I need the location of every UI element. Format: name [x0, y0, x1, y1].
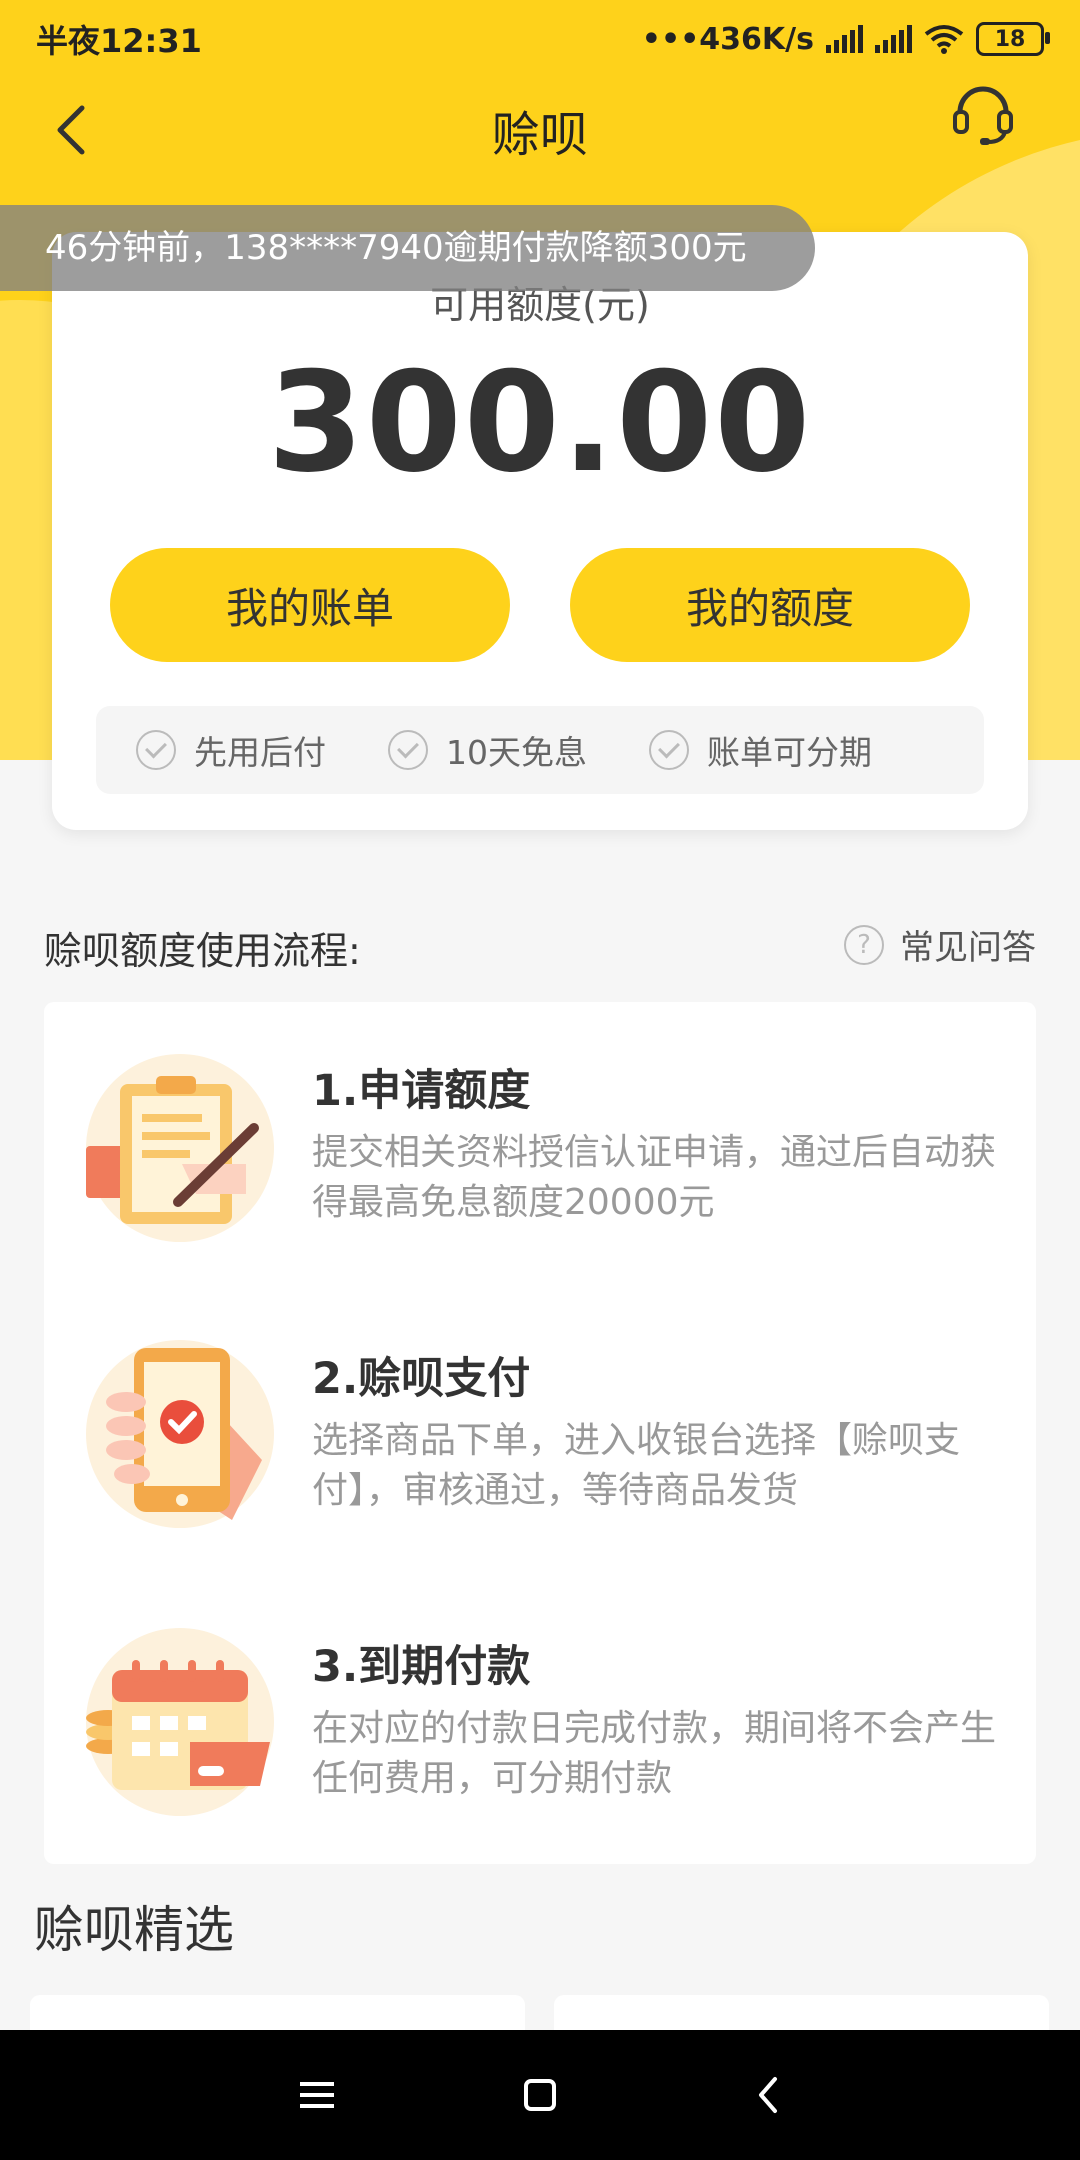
- battery-level: 18: [994, 26, 1026, 52]
- feature-item: 10天免息: [388, 726, 587, 774]
- back-icon[interactable]: [733, 2060, 803, 2130]
- available-credit-amount: 300.00: [267, 342, 813, 503]
- menu-icon[interactable]: [282, 2060, 352, 2130]
- phone-payment-icon: [86, 1340, 274, 1528]
- check-circle-icon: [649, 730, 689, 770]
- status-time: 半夜12:31: [36, 22, 202, 60]
- feature-label: 10天免息: [446, 733, 587, 772]
- my-bill-button[interactable]: 我的账单: [110, 548, 510, 662]
- check-circle-icon: [388, 730, 428, 770]
- my-limit-button[interactable]: 我的额度: [570, 548, 970, 662]
- wifi-icon: [924, 25, 964, 54]
- step-description: 选择商品下单，进入收银台选择【赊呗支付】，审核通过，等待商品发货: [312, 1420, 961, 1511]
- step-description: 提交相关资料授信认证申请，通过后自动获得最高免息额度20000元: [312, 1132, 997, 1223]
- process-steps-card: 1.申请额度 提交相关资料授信认证申请，通过后自动获得最高免息额度20000元 …: [44, 1002, 1036, 1864]
- page-title: 赊呗: [491, 107, 588, 163]
- feature-label: 先用后付: [194, 733, 326, 772]
- check-circle-icon: [136, 730, 176, 770]
- feature-label: 账单可分期: [707, 733, 872, 772]
- step-description: 在对应的付款日完成付款，期间将不会产生任何费用，可分期付款: [312, 1708, 997, 1799]
- feature-item: 先用后付: [136, 726, 326, 774]
- feature-list: 先用后付 10天免息 账单可分期: [96, 706, 984, 794]
- step-title: 2.赊呗支付: [312, 1354, 531, 1404]
- status-bar: 半夜12:31 •••436K/s 18: [36, 14, 1050, 64]
- headset-icon[interactable]: [950, 82, 1016, 148]
- battery-icon: 18: [976, 22, 1050, 56]
- picks-section-title: 赊呗精选: [34, 1901, 234, 1959]
- step-title: 3.到期付款: [312, 1642, 531, 1692]
- step-title: 1.申请额度: [312, 1066, 531, 1116]
- home-icon[interactable]: [505, 2060, 575, 2130]
- faq-label: 常见问答: [900, 928, 1036, 968]
- question-icon: ?: [844, 924, 884, 965]
- faq-link[interactable]: ? 常见问答: [844, 920, 1036, 969]
- notification-ticker: 46分钟前，138****7940逾期付款降额300元: [0, 205, 815, 291]
- application-form-icon: [86, 1054, 274, 1242]
- network-speed: •••436K/s: [641, 21, 814, 57]
- process-section-title: 赊呗额度使用流程:: [44, 929, 361, 973]
- signal-icon: [826, 25, 863, 53]
- signal-icon: [875, 25, 912, 53]
- credit-card: 可用额度(元) 300.00 我的账单 我的额度 先用后付 10天免息 账单可分…: [52, 232, 1028, 830]
- calendar-icon: [86, 1628, 274, 1816]
- feature-item: 账单可分期: [649, 726, 872, 774]
